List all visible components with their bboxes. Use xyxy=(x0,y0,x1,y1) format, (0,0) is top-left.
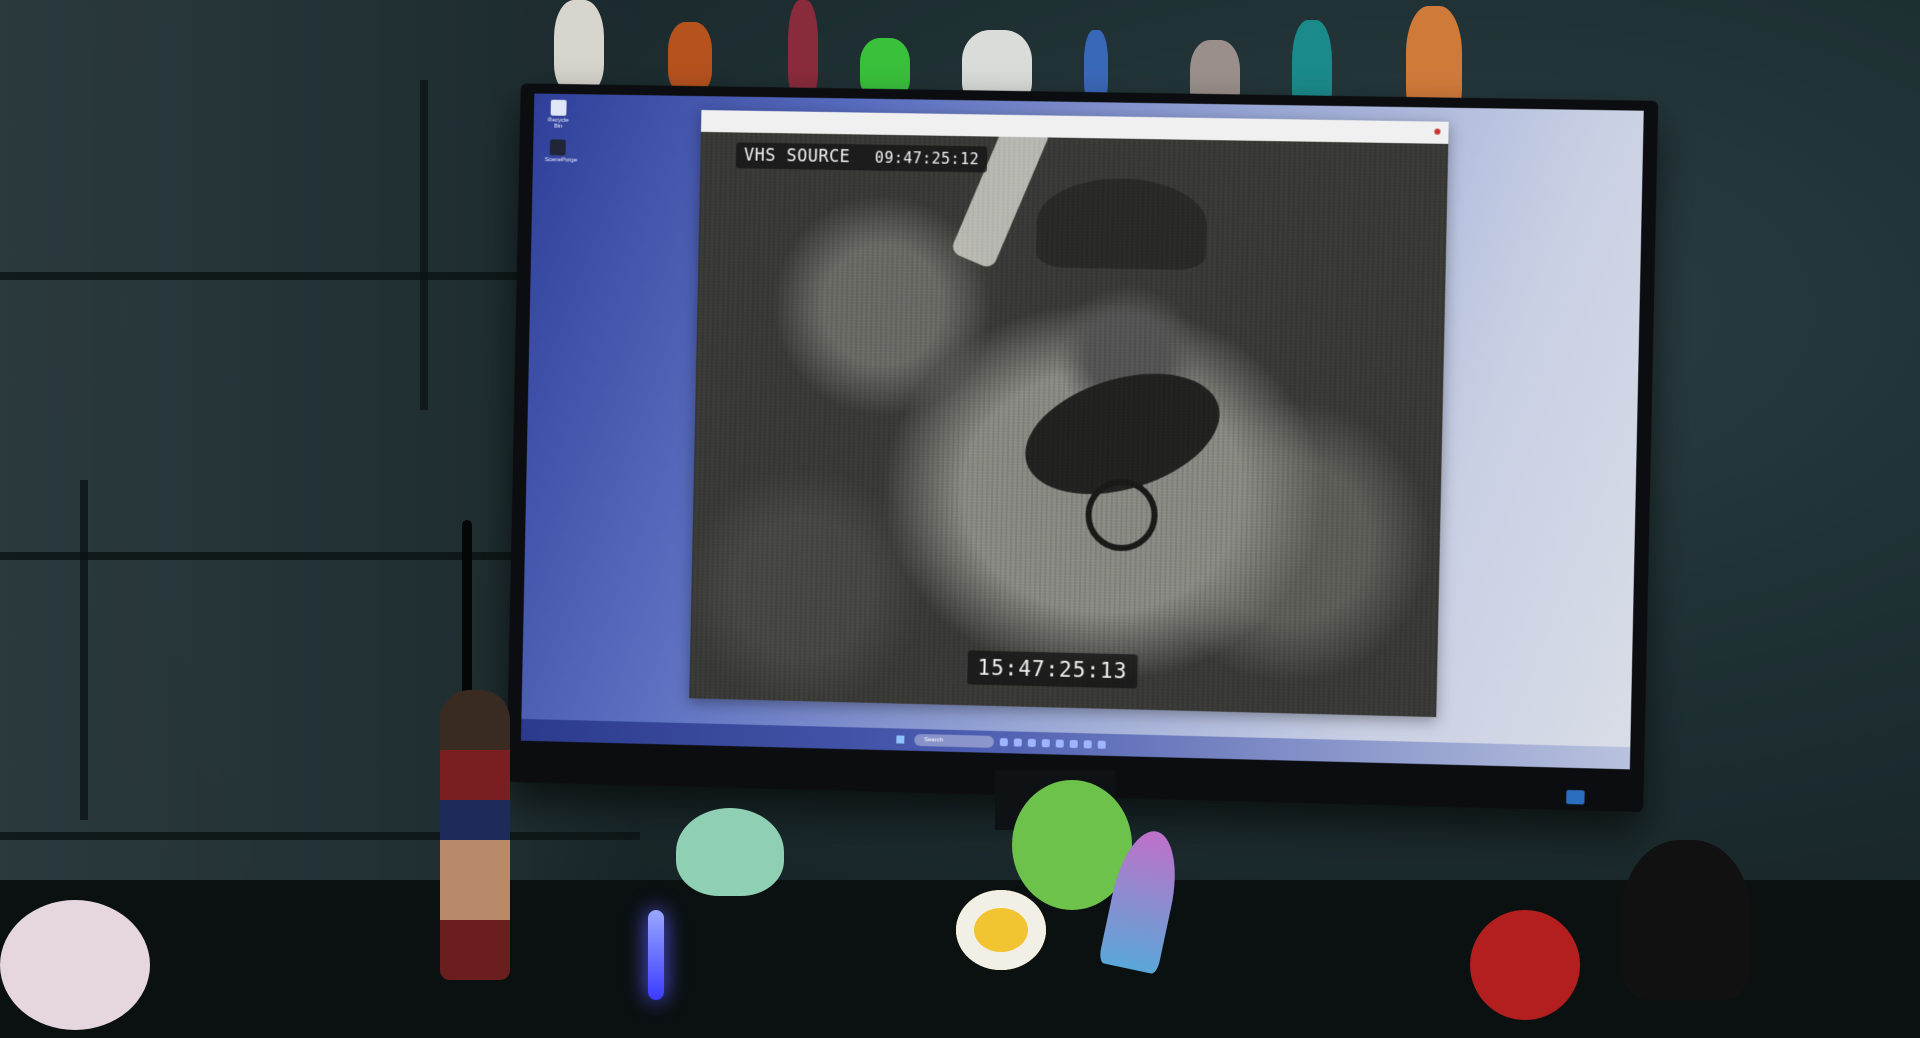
deadpool-figurine xyxy=(1470,910,1580,1020)
pony-figurine xyxy=(0,900,150,1030)
video-frame: VHS SOURCE 09:47:25:12 15:47:25:13 xyxy=(689,131,1449,718)
taskbar: Search xyxy=(520,718,1631,770)
toad-figurine xyxy=(956,890,1046,970)
taskbar-app-icon[interactable] xyxy=(1027,738,1036,748)
vhs-source-label: VHS SOURCE xyxy=(743,145,851,168)
app-icon xyxy=(549,139,566,156)
desktop-icon-recycle-bin[interactable]: Recycle Bin xyxy=(545,99,571,130)
wonder-woman-figurine xyxy=(440,690,510,980)
start-icon[interactable] xyxy=(896,735,905,744)
taskbar-app-icon[interactable] xyxy=(1013,738,1022,747)
vhs-source-overlay: VHS SOURCE 09:47:25:12 xyxy=(735,142,988,173)
taskbar-app-icon[interactable] xyxy=(1069,739,1078,749)
taskbar-search[interactable]: Search xyxy=(914,733,995,748)
desktop-icon-app[interactable]: ScenePorge xyxy=(545,139,577,164)
taskbar-app-icon[interactable] xyxy=(999,738,1008,747)
darth-vader-figurine xyxy=(1622,840,1750,1000)
monitor: Recycle Bin ScenePorge VHS SOURCE 09:47:… xyxy=(506,83,1659,813)
bulbasaur-figurine xyxy=(676,808,784,896)
desktop-screen: Recycle Bin ScenePorge VHS SOURCE 09:47:… xyxy=(520,93,1644,770)
recycle-bin-icon xyxy=(550,99,567,116)
close-icon[interactable] xyxy=(1434,128,1441,135)
energy-star-icon xyxy=(1566,789,1585,805)
taskbar-app-icon[interactable] xyxy=(1097,740,1106,749)
taskbar-app-icon[interactable] xyxy=(1055,739,1064,748)
lightsaber-figurine xyxy=(648,910,664,1000)
desktop-icon-label: Recycle Bin xyxy=(547,117,569,130)
desktop-icon-label: ScenePorge xyxy=(544,157,578,164)
source-timecode: 09:47:25:12 xyxy=(874,148,980,169)
playback-timecode: 15:47:25:13 xyxy=(967,650,1138,689)
video-player-window[interactable]: VHS SOURCE 09:47:25:12 15:47:25:13 xyxy=(689,110,1449,718)
photo-scene: Recycle Bin ScenePorge VHS SOURCE 09:47:… xyxy=(0,0,1920,1038)
taskbar-app-icon[interactable] xyxy=(1083,740,1092,749)
taskbar-app-icon[interactable] xyxy=(1041,739,1050,748)
